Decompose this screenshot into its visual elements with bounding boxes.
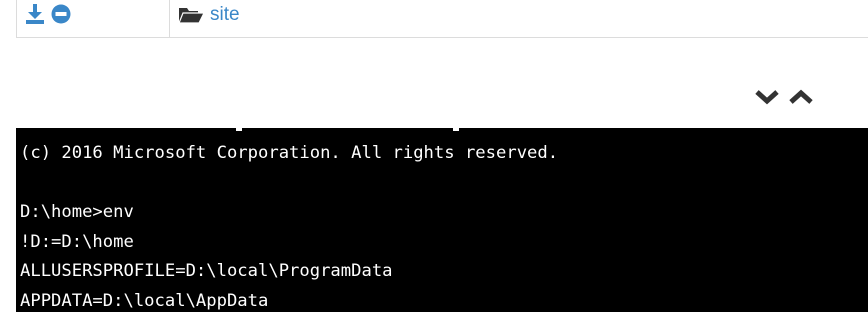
download-icon[interactable] <box>25 3 45 25</box>
console-line: (c) 2016 Microsoft Corporation. All righ… <box>20 143 559 163</box>
console-cutoff-glyph <box>236 128 242 131</box>
console-cutoff-glyph <box>453 128 459 131</box>
actions-cell <box>17 0 170 37</box>
console-line: ALLUSERSPROFILE=D:\local\ProgramData <box>20 261 393 281</box>
chevron-down-icon[interactable] <box>754 86 780 108</box>
folder-link-site[interactable]: site <box>210 4 240 26</box>
console-line: !D:=D:\home <box>20 231 134 252</box>
file-table-row: site <box>16 0 868 38</box>
minus-circle-icon[interactable] <box>51 3 71 25</box>
console-lines: (c) 2016 Microsoft Corporation. All righ… <box>20 142 558 312</box>
console-output[interactable]: (c) 2016 Microsoft Corporation. All righ… <box>16 128 868 312</box>
console-line: APPDATA=D:\local\AppData <box>20 290 269 311</box>
chevron-up-icon[interactable] <box>788 86 814 108</box>
console-line: D:\home>env <box>20 202 134 222</box>
page: site (c) 2016 Microsoft Corporation. All… <box>0 0 868 312</box>
folder-open-icon <box>178 5 206 25</box>
